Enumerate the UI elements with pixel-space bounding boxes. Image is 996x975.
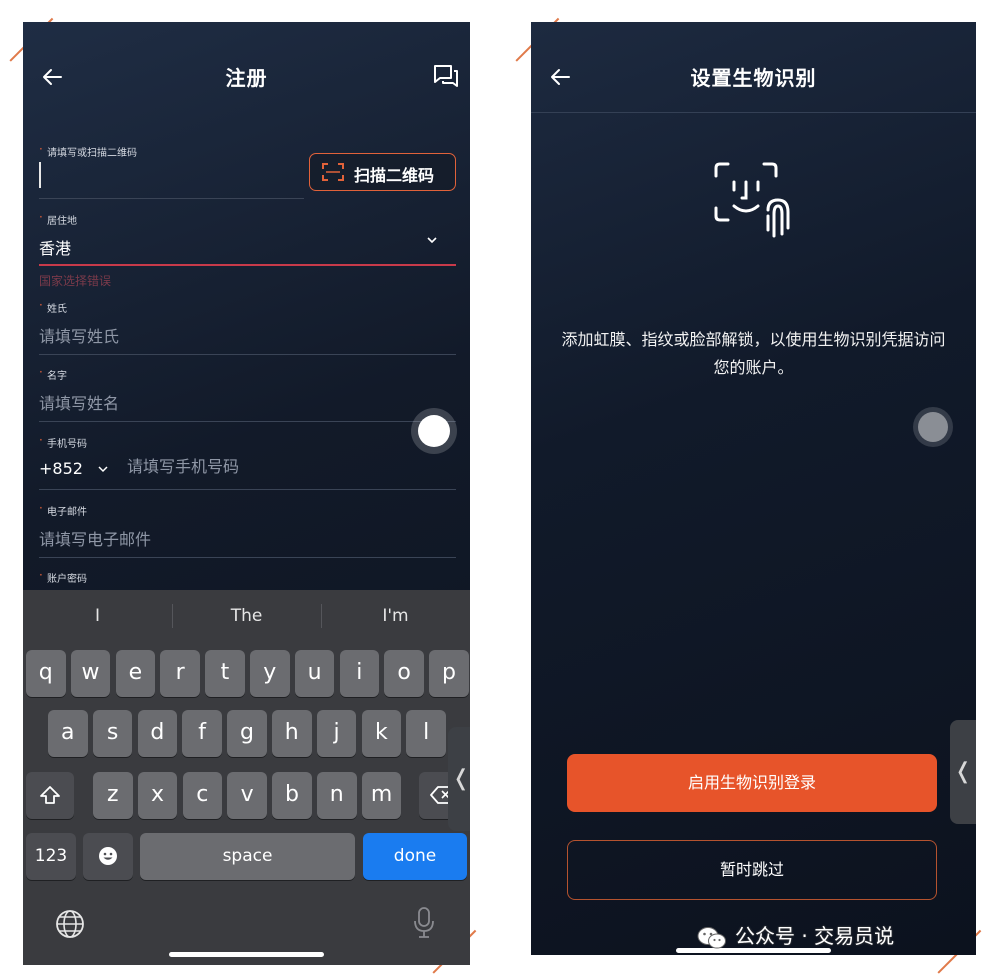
- given-name-field[interactable]: 名字 请填写姓名: [39, 365, 456, 422]
- country-code-select[interactable]: +852: [39, 459, 108, 478]
- scan-qr-button[interactable]: 扫描二维码: [309, 153, 456, 191]
- space-key[interactable]: space: [140, 833, 355, 880]
- microphone-icon[interactable]: [412, 906, 436, 944]
- key-q[interactable]: q: [26, 650, 66, 697]
- key-b[interactable]: b: [272, 772, 312, 819]
- key-f[interactable]: f: [182, 710, 222, 757]
- key-o[interactable]: o: [384, 650, 424, 697]
- assistive-touch-button[interactable]: [913, 407, 953, 447]
- email-field[interactable]: 电子邮件 请填写电子邮件: [39, 501, 456, 558]
- shift-key[interactable]: [26, 772, 74, 819]
- header-divider: [531, 112, 976, 113]
- key-z[interactable]: z: [93, 772, 133, 819]
- emoji-icon: [99, 847, 117, 865]
- keyboard: I The I'm q w e r t y u i o p a s d f g h j k l z x c v b n m 123 spa…: [23, 590, 470, 965]
- residence-error: 国家选择错误: [39, 274, 112, 288]
- residence-label: 居住地: [39, 210, 456, 227]
- biometric-description: 添加虹膜、指纹或脸部解锁，以使用生物识别凭据访问您的账户。: [561, 330, 946, 377]
- globe-icon[interactable]: [55, 909, 85, 943]
- phone-field: 手机号码 +852 请填写手机号码: [39, 433, 456, 490]
- key-k[interactable]: k: [361, 710, 402, 757]
- password-label: 账户密码: [39, 568, 456, 585]
- watermark: 公众号 · 交易员说: [697, 920, 894, 951]
- key-r[interactable]: r: [160, 650, 200, 697]
- given-name-label: 名字: [39, 365, 456, 382]
- key-h[interactable]: h: [272, 710, 312, 757]
- suggestion-item[interactable]: I'm: [321, 590, 470, 642]
- done-key[interactable]: done: [363, 833, 467, 880]
- shift-icon: [40, 786, 60, 804]
- key-d[interactable]: d: [137, 710, 178, 757]
- suggestion-item[interactable]: I: [23, 590, 172, 642]
- country-code: +852: [39, 459, 83, 478]
- key-x[interactable]: x: [137, 772, 178, 819]
- key-y[interactable]: y: [250, 650, 290, 697]
- residence-select[interactable]: 居住地 香港: [39, 210, 456, 266]
- wechat-icon: [697, 926, 726, 948]
- key-e[interactable]: e: [115, 650, 156, 697]
- enable-biometric-button[interactable]: 启用生物识别登录: [567, 754, 937, 812]
- scan-qr-label: 扫描二维码: [354, 166, 435, 185]
- phone-label: 手机号码: [39, 433, 456, 450]
- chevron-down-icon: [427, 237, 437, 244]
- password-field[interactable]: 账户密码: [39, 568, 456, 585]
- phone-input[interactable]: 请填写手机号码: [127, 453, 239, 477]
- skip-button[interactable]: 暂时跳过: [567, 840, 937, 900]
- side-tab-handle[interactable]: ❬: [448, 727, 470, 831]
- residence-value: 香港: [39, 239, 72, 258]
- face-fingerprint-icon: [714, 162, 790, 238]
- key-m[interactable]: m: [361, 772, 402, 819]
- home-indicator: [169, 952, 324, 957]
- biometric-setup-screen: 设置生物识别 添加虹膜、指纹或脸部解锁，以使用生物识别凭据访问您的账户。 启用生…: [531, 22, 976, 955]
- surname-field[interactable]: 姓氏 请填写姓氏: [39, 298, 456, 355]
- key-g[interactable]: g: [227, 710, 267, 757]
- key-p[interactable]: p: [429, 650, 469, 697]
- page-title: 设置生物识别: [690, 66, 817, 90]
- page-title: 注册: [225, 66, 268, 90]
- key-w[interactable]: w: [70, 650, 111, 697]
- email-label: 电子邮件: [39, 501, 456, 518]
- chevron-down-icon: [98, 466, 108, 473]
- side-tab-handle[interactable]: ❬: [950, 720, 976, 824]
- key-a[interactable]: a: [48, 710, 88, 757]
- assistive-touch-button[interactable]: [411, 408, 457, 454]
- key-i[interactable]: i: [339, 650, 380, 697]
- qr-scan-icon: [322, 163, 344, 181]
- given-name-placeholder: 请填写姓名: [39, 394, 120, 413]
- suggestion-separator: [321, 604, 322, 628]
- suggestion-separator: [172, 604, 173, 628]
- key-t[interactable]: t: [205, 650, 245, 697]
- suggestion-item[interactable]: The: [172, 590, 321, 642]
- header: 设置生物识别: [531, 22, 976, 114]
- key-j[interactable]: j: [316, 710, 357, 757]
- registration-screen: 注册 请填写或扫描二维码 扫描二维码 居住地 香港 国家选择错误 姓氏 请填写姓…: [23, 22, 470, 965]
- key-s[interactable]: s: [92, 710, 133, 757]
- surname-placeholder: 请填写姓氏: [39, 327, 120, 346]
- chat-bubble-icon[interactable]: [432, 62, 460, 90]
- key-u[interactable]: u: [294, 650, 335, 697]
- email-placeholder: 请填写电子邮件: [39, 530, 152, 549]
- invite-code-input[interactable]: [39, 162, 304, 199]
- emoji-key[interactable]: [83, 833, 133, 880]
- key-n[interactable]: n: [317, 772, 357, 819]
- watermark-text: 公众号 · 交易员说: [735, 924, 895, 948]
- header: 注册: [23, 22, 470, 114]
- key-c[interactable]: c: [182, 772, 223, 819]
- key-v[interactable]: v: [227, 772, 267, 819]
- surname-label: 姓氏: [39, 298, 456, 315]
- numbers-key[interactable]: 123: [26, 833, 76, 880]
- key-l[interactable]: l: [406, 710, 446, 757]
